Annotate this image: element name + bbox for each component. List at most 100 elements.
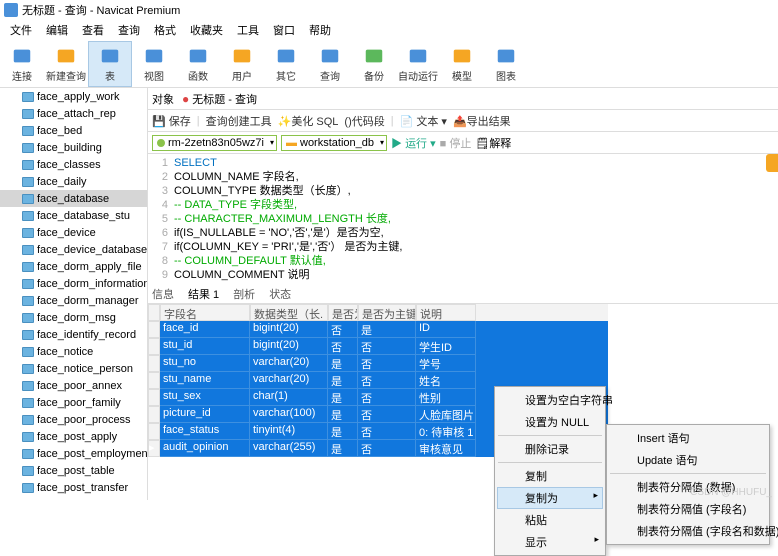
table-icon	[22, 296, 34, 306]
tree-face_post_transfer[interactable]: face_post_transfer	[0, 479, 147, 496]
table-row[interactable]: stu_novarchar(20)是否学号	[148, 355, 608, 372]
table-icon	[22, 381, 34, 391]
ctx-复制为[interactable]: 复制为	[497, 487, 603, 509]
context-menu[interactable]: 设置为空白字符串设置为 NULL 删除记录复制复制为粘贴显示	[494, 386, 606, 556]
window-title: 无标题 - 查询 - Navicat Premium	[22, 2, 180, 18]
table-icon	[22, 160, 34, 170]
toolbar-other[interactable]: 其它	[264, 41, 308, 87]
menu-查询[interactable]: 查询	[112, 20, 146, 40]
table-icon	[22, 449, 34, 459]
toolbar-chart[interactable]: 图表	[484, 41, 528, 87]
table-icon	[22, 177, 34, 187]
tab-objects[interactable]: 对象	[152, 91, 174, 107]
ctx2-1[interactable]: Update 语句	[609, 449, 767, 471]
table-icon	[22, 330, 34, 340]
table-icon	[22, 109, 34, 119]
app-icon	[4, 3, 18, 17]
tree-face_device_database[interactable]: face_device_database	[0, 241, 147, 258]
sql-editor[interactable]: 1SELECT2 COLUMN_NAME 字段名,3 COLUMN_TYPE 数…	[148, 154, 778, 284]
table-icon	[22, 313, 34, 323]
tree-face_dorm_apply_file[interactable]: face_dorm_apply_file	[0, 258, 147, 275]
tree-face_poor_process[interactable]: face_poor_process	[0, 411, 147, 428]
tree-face_post_apply[interactable]: face_post_apply	[0, 428, 147, 445]
tree-face_dorm_manager[interactable]: face_dorm_manager	[0, 292, 147, 309]
table-icon	[22, 262, 34, 272]
tree-face_database_stu[interactable]: face_database_stu	[0, 207, 147, 224]
tree-face_apply_work[interactable]: face_apply_work	[0, 88, 147, 105]
table-icon	[22, 143, 34, 153]
rtab-3[interactable]: 状态	[269, 286, 291, 302]
menu-编辑[interactable]: 编辑	[40, 20, 74, 40]
ctx-粘贴[interactable]: 粘贴	[497, 509, 603, 531]
ctx2-4[interactable]: 制表符分隔值 (字段名和数据)	[609, 520, 767, 542]
tree-face_database[interactable]: face_database	[0, 190, 147, 207]
main-toolbar: 连接新建查询表视图函数用户其它查询备份自动运行模型图表	[0, 40, 778, 88]
toolbar-query[interactable]: 查询	[308, 41, 352, 87]
titlebar: 无标题 - 查询 - Navicat Premium	[0, 0, 778, 20]
menu-帮助[interactable]: 帮助	[303, 20, 337, 40]
tree-face_post_employmen[interactable]: face_post_employmen	[0, 445, 147, 462]
menubar: 文件编辑查看查询格式收藏夹工具窗口帮助	[0, 20, 778, 40]
rtab-1[interactable]: 结果 1	[188, 286, 219, 302]
tree-face_bed[interactable]: face_bed	[0, 122, 147, 139]
ctx-复制[interactable]: 复制	[497, 465, 603, 487]
tree-face_record_workstudy[interactable]: face_record_workstudy	[0, 496, 147, 500]
rtab-2[interactable]: 剖析	[233, 286, 255, 302]
table-icon	[22, 347, 34, 357]
tree-face_identify_record[interactable]: face_identify_record	[0, 326, 147, 343]
tree-face_classes[interactable]: face_classes	[0, 156, 147, 173]
tree-face_attach_rep[interactable]: face_attach_rep	[0, 105, 147, 122]
toolbar-user[interactable]: 用户	[220, 41, 264, 87]
toolbar-autorun[interactable]: 自动运行	[396, 41, 440, 87]
tree-face_building[interactable]: face_building	[0, 139, 147, 156]
menu-查看[interactable]: 查看	[76, 20, 110, 40]
tree-face_poor_family[interactable]: face_poor_family	[0, 394, 147, 411]
toolbar-function[interactable]: 函数	[176, 41, 220, 87]
run-button[interactable]: ▶ 运行 ▾	[391, 135, 436, 151]
tab-query[interactable]: ●无标题 - 查询	[182, 91, 257, 107]
tree-face_notice_person[interactable]: face_notice_person	[0, 360, 147, 377]
query-toolbar: 💾 保存| 查询创建工具 ✨美化 SQL ()代码段| 📄 文本 ▾ 📤导出结果	[148, 110, 778, 132]
rtab-0[interactable]: 信息	[152, 286, 174, 302]
save-button[interactable]: 💾 保存	[152, 113, 191, 129]
table-icon	[22, 483, 34, 493]
text-button[interactable]: 📄 文本 ▾	[400, 113, 447, 129]
toolbar-view[interactable]: 视图	[132, 41, 176, 87]
table-row[interactable]: stu_idbigint(20)否否学生ID	[148, 338, 608, 355]
menu-窗口[interactable]: 窗口	[267, 20, 301, 40]
menu-收藏夹[interactable]: 收藏夹	[184, 20, 229, 40]
tree-face_poor_annex[interactable]: face_poor_annex	[0, 377, 147, 394]
db-select[interactable]: ▬workstation_db	[281, 135, 387, 151]
tree-face_notice[interactable]: face_notice	[0, 343, 147, 360]
object-tree[interactable]: face_apply_workface_attach_repface_bedfa…	[0, 88, 148, 500]
builder-button[interactable]: 查询创建工具	[206, 113, 272, 129]
server-select[interactable]: rm-2zetn83n05wz7i	[152, 135, 277, 151]
ctx-设置为空白字符串[interactable]: 设置为空白字符串	[497, 389, 603, 411]
tree-face_post_table[interactable]: face_post_table	[0, 462, 147, 479]
toolbar-backup[interactable]: 备份	[352, 41, 396, 87]
menu-格式[interactable]: 格式	[148, 20, 182, 40]
table-icon	[22, 466, 34, 476]
toolbar-table[interactable]: 表	[88, 41, 132, 87]
menu-文件[interactable]: 文件	[4, 20, 38, 40]
ctx-显示[interactable]: 显示	[497, 531, 603, 553]
tree-face_daily[interactable]: face_daily	[0, 173, 147, 190]
ctx2-0[interactable]: Insert 语句	[609, 427, 767, 449]
toolbar-new-query[interactable]: 新建查询	[44, 41, 88, 87]
toolbar-model[interactable]: 模型	[440, 41, 484, 87]
tree-face_dorm_information[interactable]: face_dorm_information	[0, 275, 147, 292]
ctx-设置为 NULL[interactable]: 设置为 NULL	[497, 411, 603, 433]
menu-工具[interactable]: 工具	[231, 20, 265, 40]
ctx2-3[interactable]: 制表符分隔值 (字段名)	[609, 498, 767, 520]
beautify-button[interactable]: ✨美化 SQL	[278, 113, 339, 129]
stop-button[interactable]: ■ 停止	[440, 135, 472, 151]
ctx-删除记录[interactable]: 删除记录	[497, 438, 603, 460]
tree-face_dorm_msg[interactable]: face_dorm_msg	[0, 309, 147, 326]
export-button[interactable]: 📤导出结果	[453, 113, 511, 129]
tree-face_device[interactable]: face_device	[0, 224, 147, 241]
context-submenu[interactable]: Insert 语句Update 语句制表符分隔值 (数据)制表符分隔值 (字段名…	[606, 424, 770, 545]
toolbar-connect[interactable]: 连接	[0, 41, 44, 87]
table-row[interactable]: face_idbigint(20)否是ID	[148, 321, 608, 338]
codeseg-button[interactable]: ()代码段	[344, 113, 384, 129]
explain-button[interactable]: 🗒解释	[475, 135, 511, 151]
